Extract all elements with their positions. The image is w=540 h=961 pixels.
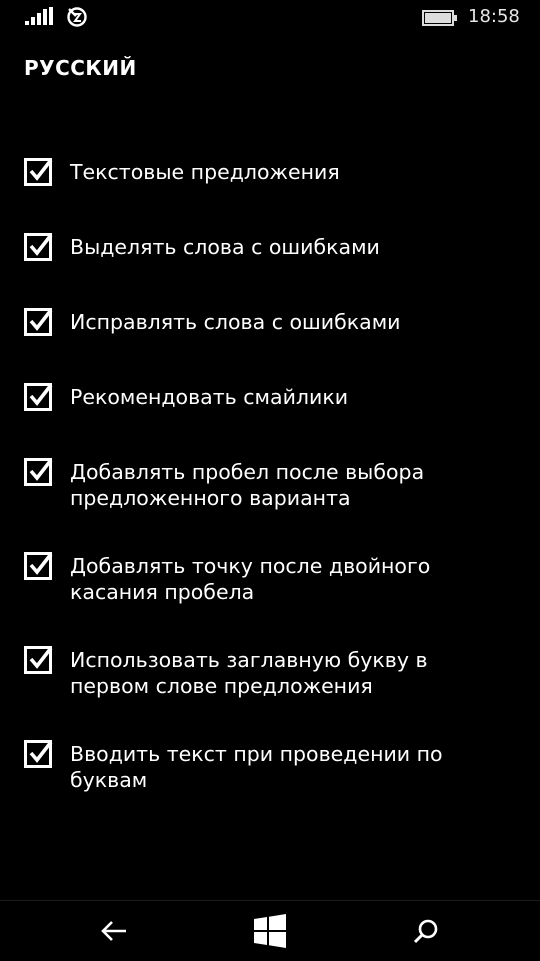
battery-icon xyxy=(422,10,457,26)
home-button[interactable] xyxy=(250,911,290,951)
option-highlight-misspelled[interactable]: Выделять слова с ошибками xyxy=(24,233,524,261)
checkmark-icon xyxy=(29,308,53,331)
option-capitalize-first[interactable]: Использовать заглавную букву в первом сл… xyxy=(24,646,524,699)
checkmark-icon xyxy=(29,646,53,669)
option-text-suggestions[interactable]: Текстовые предложения xyxy=(24,158,524,186)
signal-bars-icon xyxy=(25,7,53,25)
option-label: Исправлять слова с ошибками xyxy=(70,310,401,334)
checkmark-icon xyxy=(29,158,53,181)
option-label: Добавлять точку после двойного касания п… xyxy=(70,554,431,604)
search-button[interactable] xyxy=(406,911,446,951)
option-label: Выделять слова с ошибками xyxy=(70,235,380,259)
clock: 18:58 xyxy=(468,6,520,27)
option-label: Использовать заглавную букву в первом сл… xyxy=(70,648,428,698)
option-double-tap-period[interactable]: Добавлять точку после двойного касания п… xyxy=(24,552,524,605)
option-suggest-emoji[interactable]: Рекомендовать смайлики xyxy=(24,383,524,411)
status-bar: 18:58 xyxy=(0,0,540,36)
checkbox[interactable] xyxy=(24,740,53,768)
back-button[interactable] xyxy=(94,911,134,951)
option-add-space[interactable]: Добавлять пробел после выбора предложенн… xyxy=(24,458,524,511)
checkbox[interactable] xyxy=(24,308,53,336)
checkbox[interactable] xyxy=(24,158,53,186)
checkmark-icon xyxy=(29,740,53,763)
checkbox[interactable] xyxy=(24,383,53,411)
option-label: Текстовые предложения xyxy=(70,160,340,184)
option-label: Вводить текст при проведении по буквам xyxy=(70,742,443,792)
checkbox[interactable] xyxy=(24,552,53,580)
navigation-bar xyxy=(0,900,540,961)
option-swipe-typing[interactable]: Вводить текст при проведении по буквам xyxy=(24,740,524,793)
checkbox[interactable] xyxy=(24,233,53,261)
checkmark-icon xyxy=(29,383,53,406)
checkmark-icon xyxy=(29,233,53,256)
search-icon xyxy=(413,919,438,944)
data-roaming-icon xyxy=(67,7,87,27)
checkmark-icon xyxy=(29,458,53,481)
option-label: Добавлять пробел после выбора предложенн… xyxy=(70,460,425,510)
option-autocorrect[interactable]: Исправлять слова с ошибками xyxy=(24,308,524,336)
checkbox[interactable] xyxy=(24,646,53,674)
back-arrow-icon xyxy=(101,921,126,941)
checkbox[interactable] xyxy=(24,458,53,486)
checkmark-icon xyxy=(29,552,53,575)
windows-logo-icon xyxy=(254,914,286,948)
option-label: Рекомендовать смайлики xyxy=(70,385,349,409)
page-title: РУССКИЙ xyxy=(24,56,137,80)
